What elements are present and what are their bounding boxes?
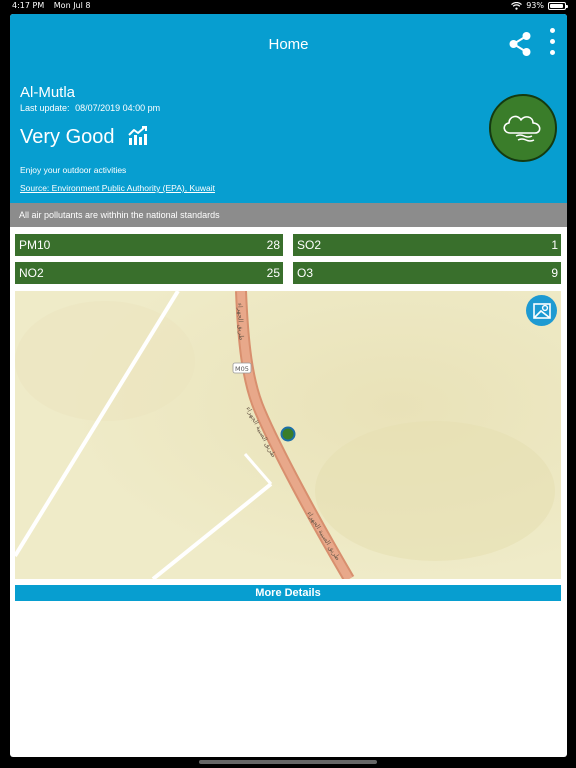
page-title: Home [268,36,309,53]
map-layer-button[interactable] [526,295,557,326]
source-link[interactable]: Source: Environment Public Authority (EP… [20,183,215,193]
last-update-value: 08/07/2019 04:00 pm [75,103,161,113]
last-update: Last update: 08/07/2019 04:00 pm [20,103,160,113]
standards-banner: All air pollutants are withhin the natio… [10,203,567,227]
air-quality-status: Very Good [20,126,115,148]
home-indicator[interactable] [199,760,377,764]
trend-chart-icon[interactable] [128,126,148,146]
status-bar-left: 4:17 PM Mon Jul 8 [12,1,90,10]
pollutant-pm10: PM10 28 [15,234,283,256]
station-marker-icon[interactable] [280,426,296,442]
cloud-wind-icon [503,115,541,142]
pollutant-name: SO2 [297,238,322,252]
status-bar: 4:17 PM Mon Jul 8 93% [0,0,576,13]
pollutant-value: 28 [266,238,280,252]
pollutant-name: PM10 [19,238,51,252]
pollutant-value: 9 [551,266,558,280]
road-shield-label: M05 [235,365,249,373]
road-shield: M05 [232,362,252,374]
status-bar-right: 93% [511,1,568,10]
activity-advice: Enjoy your outdoor activities [20,165,127,175]
station-name: Al-Mutla [20,84,76,101]
pollutant-name: O3 [297,266,314,280]
status-date: Mon Jul 8 [53,1,91,10]
pollutant-name: NO2 [19,266,44,280]
battery-percent: 93% [526,1,544,10]
pollutant-so2: SO2 1 [293,234,561,256]
air-quality-header: Home Al-Mutla Last update: 08/07/2019 04… [10,14,567,203]
map-layer-icon [532,302,551,319]
more-vertical-icon[interactable] [548,28,556,62]
wifi-icon [511,1,523,10]
pollutant-value: 1 [551,238,558,252]
battery-icon [548,1,568,10]
aqi-indicator [489,94,557,162]
share-icon[interactable] [508,31,532,57]
last-update-label: Last update: [20,103,70,113]
pollutant-o3: O3 9 [293,262,561,284]
station-map[interactable]: طريق الجهراء طريق الصبية الجهراء طريق ال… [15,291,561,579]
status-time: 4:17 PM [12,1,45,10]
pollutant-value: 25 [266,266,280,280]
app-frame: Home Al-Mutla Last update: 08/07/2019 04… [10,14,567,757]
more-details-button[interactable]: More Details [15,585,561,601]
pollutant-no2: NO2 25 [15,262,283,284]
svg-text:طريق الجهراء: طريق الجهراء [236,303,245,341]
map-canvas[interactable]: طريق الجهراء طريق الصبية الجهراء طريق ال… [15,291,561,579]
